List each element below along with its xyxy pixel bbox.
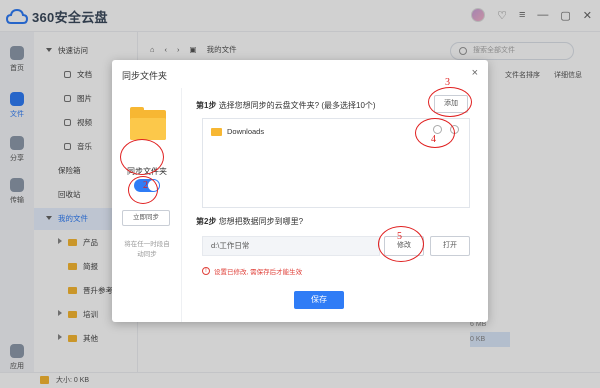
annotation-number: 5	[397, 231, 402, 242]
step1-text: 选择您想同步的云盘文件夹? (最多选择10个)	[218, 101, 376, 110]
annotation-number: 2	[143, 180, 148, 191]
dialog-title: 同步文件夹	[122, 71, 168, 81]
folder-list-item[interactable]: Downloads	[211, 127, 264, 136]
step2-text: 您想把数据同步到哪里?	[218, 217, 304, 226]
sync-folder-icon	[130, 107, 166, 140]
annotation-circle	[120, 139, 164, 175]
open-folder-button[interactable]: 打开	[430, 236, 470, 256]
annotation-number: 3	[445, 77, 450, 88]
dialog-sidebar: 同步文件夹 立即同步 将在任一时段自动同步	[112, 88, 182, 322]
save-button[interactable]: 保存	[294, 291, 344, 309]
local-path-field[interactable]: d:\工作日常	[202, 236, 380, 256]
warning-icon: !	[202, 267, 210, 275]
step1-number: 第1步	[196, 101, 217, 110]
sync-now-button[interactable]: 立即同步	[122, 210, 170, 226]
folder-icon	[211, 127, 222, 136]
unsaved-warning: ! 设置已修改, 需保存后才能生效	[202, 266, 302, 276]
annotation-circle	[428, 87, 472, 117]
step1-heading: 第1步 选择您想同步的云盘文件夹? (最多选择10个)	[196, 100, 376, 111]
warning-text: 设置已修改, 需保存后才能生效	[214, 269, 303, 276]
auto-sync-note: 将在任一时段自动同步	[124, 241, 170, 258]
annotation-number: 4	[431, 134, 436, 145]
step2-number: 第2步	[196, 217, 217, 226]
folder-name: Downloads	[227, 127, 265, 136]
close-icon[interactable]: ×	[472, 67, 478, 79]
step2-heading: 第2步 您想把数据同步到哪里?	[196, 216, 303, 227]
